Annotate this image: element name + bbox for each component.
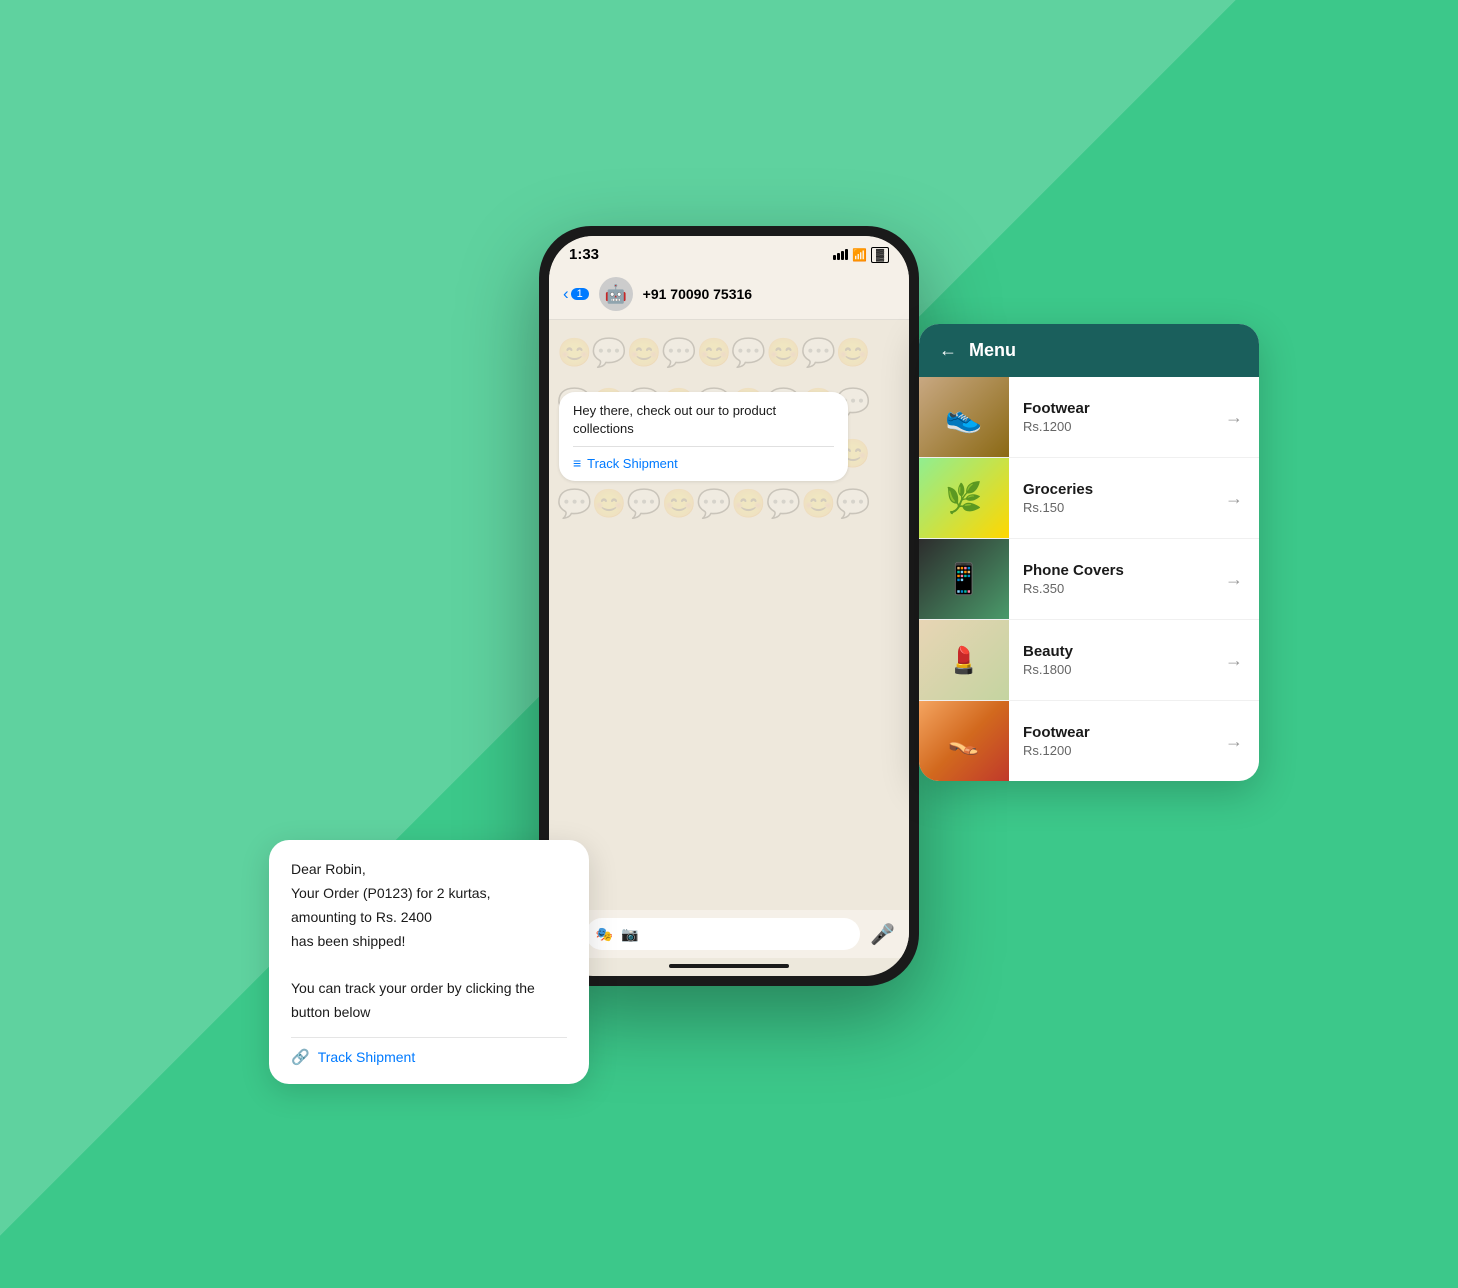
item-name: Footwear	[1023, 724, 1195, 741]
phone-covers-thumbnail: 📱	[919, 539, 1009, 619]
order-line4: has been shipped!	[291, 933, 405, 949]
order-bubble: Dear Robin, Your Order (P0123) for 2 kur…	[269, 840, 589, 1084]
item-name: Beauty	[1023, 643, 1195, 660]
chat-bottom-bar: + 🎭 📷 🎤	[549, 910, 909, 958]
sticker-icon: 🎭	[596, 926, 613, 943]
menu-item[interactable]: 📱 Phone Covers Rs.350 →	[919, 539, 1259, 620]
menu-item[interactable]: 👡 Footwear Rs.1200 →	[919, 701, 1259, 781]
track-shipment-link-1[interactable]: ≡ Track Shipment	[573, 446, 834, 471]
menu-item-info: Groceries Rs.150	[1009, 469, 1209, 527]
home-indicator	[669, 964, 789, 968]
order-message: Dear Robin, Your Order (P0123) for 2 kur…	[291, 858, 567, 1025]
item-name: Footwear	[1023, 400, 1195, 417]
phone-frame: 1:33 📶 ▓ ‹ 1 🤖	[539, 226, 919, 986]
track-shipment-label-2: Track Shipment	[318, 1049, 416, 1065]
track-shipment-label-1: Track Shipment	[587, 456, 678, 471]
groceries-thumbnail: 🌿	[919, 458, 1009, 538]
contact-name: +91 70090 75316	[643, 286, 752, 302]
menu-card: ← Menu 👟 Footwear Rs.1200 → 🌿 Groceries …	[919, 324, 1259, 781]
chat-area: 😊💬😊💬😊💬😊💬😊💬😊💬😊💬😊💬😊💬😊💬😊💬😊💬😊💬😊💬😊💬😊💬😊💬😊💬 Hey…	[549, 320, 909, 910]
order-line2: Your Order (P0123) for 2 kurtas,	[291, 885, 490, 901]
item-price: Rs.350	[1023, 581, 1195, 596]
battery-icon: ▓	[871, 247, 889, 263]
avatar: 🤖	[599, 277, 633, 311]
mic-icon[interactable]: 🎤	[870, 922, 895, 947]
menu-title: Menu	[969, 340, 1016, 361]
item-price: Rs.1200	[1023, 743, 1195, 758]
menu-header: ← Menu	[919, 324, 1259, 377]
menu-item-info: Beauty Rs.1800	[1009, 631, 1209, 689]
arrow-icon: →	[1209, 650, 1259, 671]
external-link-icon: 🔗	[291, 1048, 310, 1066]
notification-badge: 1	[571, 288, 589, 300]
status-time: 1:33	[569, 246, 599, 263]
main-scene: 1:33 📶 ▓ ‹ 1 🤖	[279, 144, 1179, 1144]
arrow-icon: →	[1209, 488, 1259, 509]
item-price: Rs.1200	[1023, 419, 1195, 434]
wifi-icon: 📶	[852, 248, 867, 262]
item-name: Phone Covers	[1023, 562, 1195, 579]
phone-screen: 1:33 📶 ▓ ‹ 1 🤖	[549, 236, 909, 976]
dear-robin: Dear Robin,	[291, 861, 366, 877]
back-button[interactable]: ‹ 1	[563, 284, 589, 304]
menu-item[interactable]: 👟 Footwear Rs.1200 →	[919, 377, 1259, 458]
menu-item-info: Phone Covers Rs.350	[1009, 550, 1209, 608]
order-line7: button below	[291, 1004, 370, 1020]
promo-text: Hey there, check out our to product coll…	[573, 402, 834, 438]
arrow-icon: →	[1209, 569, 1259, 590]
camera-icon: 📷	[621, 926, 638, 943]
status-icons: 📶 ▓	[833, 247, 889, 263]
order-line3: amounting to Rs. 2400	[291, 909, 432, 925]
footwear-emoji: 👟	[945, 400, 982, 435]
groceries-emoji: 🌿	[945, 481, 982, 516]
menu-item-info: Footwear Rs.1200	[1009, 712, 1209, 770]
footwear2-emoji: 👡	[948, 726, 980, 757]
signal-icon	[833, 249, 848, 260]
menu-item[interactable]: 🌿 Groceries Rs.150 →	[919, 458, 1259, 539]
footwear2-thumbnail: 👡	[919, 701, 1009, 781]
item-price: Rs.1800	[1023, 662, 1195, 677]
footwear-thumbnail: 👟	[919, 377, 1009, 457]
menu-item-info: Footwear Rs.1200	[1009, 388, 1209, 446]
arrow-icon: →	[1209, 407, 1259, 428]
phone-emoji: 📱	[945, 562, 982, 597]
chat-header: ‹ 1 🤖 +91 70090 75316	[549, 269, 909, 320]
menu-item[interactable]: 💄 Beauty Rs.1800 →	[919, 620, 1259, 701]
arrow-icon: →	[1209, 731, 1259, 752]
item-name: Groceries	[1023, 481, 1195, 498]
chevron-left-icon: ‹	[563, 284, 569, 304]
promo-bubble: Hey there, check out our to product coll…	[559, 392, 848, 481]
item-price: Rs.150	[1023, 500, 1195, 515]
promo-line1: Hey there, check out our to product coll…	[573, 403, 776, 436]
beauty-thumbnail: 💄	[919, 620, 1009, 700]
order-line6: You can track your order by clicking the	[291, 980, 535, 996]
status-bar: 1:33 📶 ▓	[549, 236, 909, 269]
beauty-emoji: 💄	[948, 645, 980, 676]
track-shipment-link-2[interactable]: 🔗 Track Shipment	[291, 1037, 567, 1066]
chat-input[interactable]: 🎭 📷	[586, 918, 860, 950]
menu-back-icon[interactable]: ←	[939, 340, 957, 361]
list-icon: ≡	[573, 455, 581, 471]
